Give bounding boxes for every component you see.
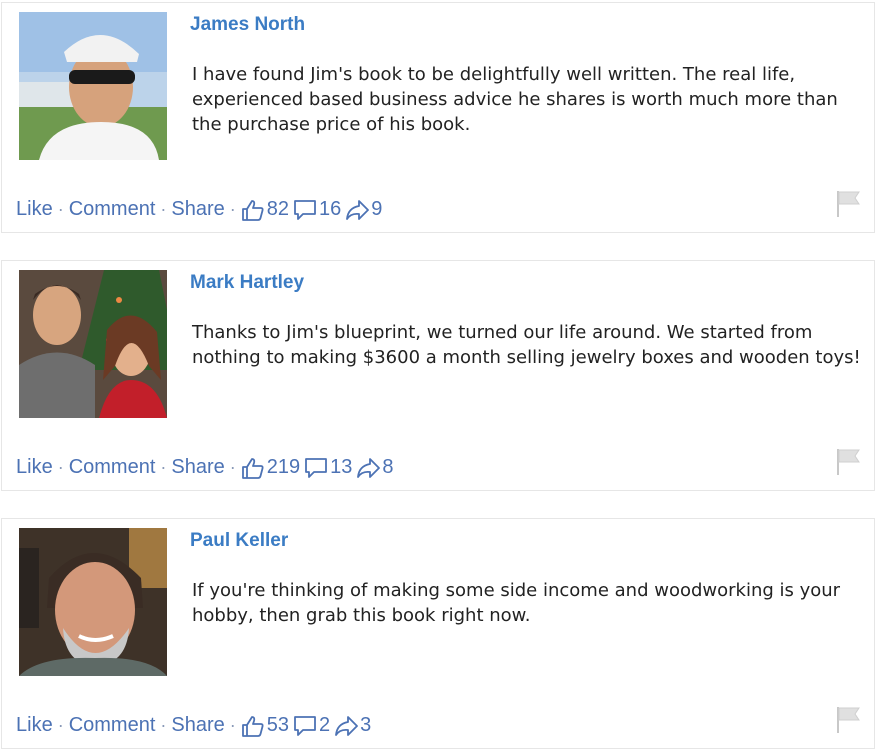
flag-icon[interactable]: [835, 705, 861, 740]
comment-link[interactable]: Comment: [69, 714, 156, 737]
avatar[interactable]: [19, 12, 167, 160]
action-bar: Like · Comment · Share · 82 16 9: [16, 198, 386, 221]
share-link[interactable]: Share: [171, 198, 224, 221]
share-link[interactable]: Share: [171, 456, 224, 479]
share-count-value: 9: [371, 198, 383, 220]
separator: ·: [229, 199, 236, 219]
share-arrow-icon: [357, 457, 381, 478]
comment-count[interactable]: 2: [293, 714, 330, 737]
separator: ·: [160, 715, 167, 735]
share-arrow-icon: [335, 715, 359, 736]
author-name[interactable]: Mark Hartley: [190, 272, 304, 294]
like-count[interactable]: 53: [241, 714, 289, 737]
separator: ·: [229, 715, 236, 735]
testimonial-text: If you're thinking of making some side i…: [192, 580, 841, 626]
like-count[interactable]: 219: [241, 456, 300, 479]
testimonial-text: I have found Jim's book to be delightful…: [192, 64, 838, 135]
separator: ·: [57, 199, 64, 219]
comment-link[interactable]: Comment: [69, 456, 156, 479]
separator: ·: [57, 457, 64, 477]
like-link[interactable]: Like: [16, 714, 53, 737]
thumbs-up-icon: [241, 199, 264, 221]
avatar[interactable]: [19, 270, 167, 418]
share-count[interactable]: 8: [356, 456, 394, 479]
comment-count[interactable]: 13: [304, 456, 352, 479]
like-count-value: 82: [266, 198, 290, 220]
action-bar: Like · Comment · Share · 219 13 8: [16, 456, 398, 479]
share-count[interactable]: 3: [334, 714, 371, 737]
testimonial-card: James North I have found Jim's book to b…: [1, 2, 875, 233]
comment-link[interactable]: Comment: [69, 198, 156, 221]
comment-count-value: 13: [330, 456, 353, 478]
thumbs-up-icon: [241, 715, 264, 737]
comment-count-value: 16: [319, 198, 342, 220]
like-count[interactable]: 82: [241, 198, 289, 221]
share-count-value: 3: [360, 714, 372, 736]
like-count-value: 219: [266, 456, 301, 478]
action-bar: Like · Comment · Share · 53 2 3: [16, 714, 375, 737]
share-count-value: 8: [382, 456, 394, 478]
comment-count[interactable]: 16: [293, 198, 341, 221]
speech-bubble-icon: [305, 457, 328, 478]
author-name[interactable]: Paul Keller: [190, 530, 288, 552]
like-link[interactable]: Like: [16, 456, 53, 479]
speech-bubble-icon: [294, 715, 316, 736]
like-count-value: 53: [266, 714, 290, 736]
share-link[interactable]: Share: [171, 714, 224, 737]
author-name[interactable]: James North: [190, 14, 305, 36]
avatar[interactable]: [19, 528, 167, 676]
share-count[interactable]: 9: [345, 198, 382, 221]
testimonial-card: Paul Keller If you're thinking of making…: [1, 518, 875, 749]
flag-icon[interactable]: [835, 447, 861, 482]
thumbs-up-icon: [241, 457, 264, 479]
separator: ·: [160, 457, 167, 477]
flag-icon[interactable]: [835, 189, 861, 224]
separator: ·: [57, 715, 64, 735]
separator: ·: [229, 457, 236, 477]
testimonial-text: Thanks to Jim's blueprint, we turned our…: [192, 322, 861, 368]
testimonial-card: Mark Hartley Thanks to Jim's blueprint, …: [1, 260, 875, 491]
speech-bubble-icon: [294, 199, 316, 220]
like-link[interactable]: Like: [16, 198, 53, 221]
comment-count-value: 2: [319, 714, 331, 736]
separator: ·: [160, 199, 167, 219]
share-arrow-icon: [346, 199, 370, 220]
